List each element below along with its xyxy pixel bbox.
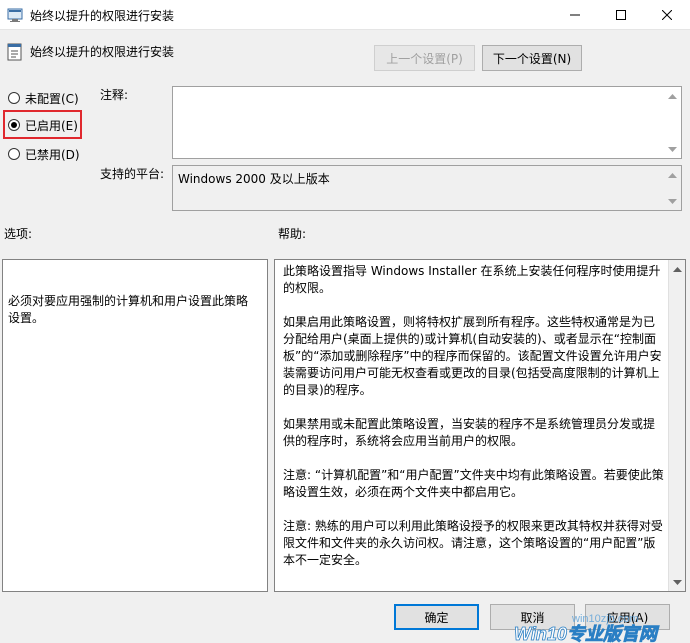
help-text: 此策略设置指导 Windows Installer 在系统上安装任何程序时使用提… xyxy=(283,263,665,586)
comment-input[interactable] xyxy=(172,86,682,159)
help-scrollbar[interactable] xyxy=(668,260,685,591)
comment-scroll-up-icon[interactable] xyxy=(665,88,680,103)
radio-disabled-circle[interactable] xyxy=(8,148,20,160)
help-paragraph: 如果启用此策略设置，则将特权扩展到所有程序。这些特权通常是为已分配给用户(桌面上… xyxy=(283,315,662,397)
title-bar: 始终以提升的权限进行安装 xyxy=(0,0,690,30)
options-text: 必须对要应用强制的计算机和用户设置此策略设置。 xyxy=(8,294,249,325)
help-scroll-down-icon[interactable] xyxy=(669,574,685,591)
help-label: 帮助: xyxy=(278,227,307,241)
platform-scroll-up-icon[interactable] xyxy=(665,167,680,182)
watermark-logo: win10zjb.com Win10专业版官网 xyxy=(512,610,690,643)
next-setting-button[interactable]: 下一个设置(N) xyxy=(482,45,582,71)
options-label: 选项: xyxy=(4,227,33,241)
radio-disabled-label: 已禁用(D) xyxy=(25,147,80,162)
help-panel[interactable]: 此策略设置指导 Windows Installer 在系统上安装任何程序时使用提… xyxy=(274,259,686,592)
radio-not-configured[interactable]: 未配置(C) xyxy=(8,89,79,107)
platform-scroll-down-icon[interactable] xyxy=(665,194,680,209)
options-panel: 必须对要应用强制的计算机和用户设置此策略设置。 xyxy=(2,259,268,592)
radio-not-configured-label: 未配置(C) xyxy=(25,91,79,106)
platform-value: Windows 2000 及以上版本 xyxy=(178,172,330,186)
policy-setting-icon xyxy=(6,43,24,61)
ok-button[interactable]: 确定 xyxy=(394,604,479,630)
help-paragraph: 如果禁用或未配置此策略设置，当安装的程序不是系统管理员分发或提供的程序时，系统将… xyxy=(283,417,656,448)
radio-disabled[interactable]: 已禁用(D) xyxy=(8,145,80,163)
platform-label: 支持的平台: xyxy=(100,167,165,181)
setting-title: 始终以提升的权限进行安装 xyxy=(30,45,175,59)
minimize-button[interactable] xyxy=(552,0,598,30)
close-icon xyxy=(662,10,672,20)
help-paragraph: 注意: 熟练的用户可以利用此策略设授予的权限来更改其特权并获得对受限文件和文件夹… xyxy=(283,519,663,567)
comment-scroll-down-icon[interactable] xyxy=(665,142,680,157)
help-paragraph: 注意: “计算机配置”和“用户配置”文件夹中均有此策略设置。若要使此策略设置生效… xyxy=(283,468,664,499)
platform-field: Windows 2000 及以上版本 xyxy=(172,165,682,211)
comment-label: 注释: xyxy=(100,88,129,102)
policy-app-icon xyxy=(7,7,23,23)
prev-setting-button[interactable]: 上一个设置(P) xyxy=(374,45,475,71)
maximize-icon xyxy=(616,10,626,20)
help-scroll-up-icon[interactable] xyxy=(669,260,685,277)
help-paragraph: 此策略设置指导 Windows Installer 在系统上安装任何程序时使用提… xyxy=(283,264,661,295)
radio-not-configured-circle[interactable] xyxy=(8,92,20,104)
minimize-icon xyxy=(570,10,580,20)
maximize-button[interactable] xyxy=(598,0,644,30)
close-button[interactable] xyxy=(644,0,690,30)
enabled-highlight-box xyxy=(3,110,82,139)
window-title: 始终以提升的权限进行安装 xyxy=(30,9,175,23)
svg-text:Win10专业版官网: Win10专业版官网 xyxy=(514,624,660,643)
